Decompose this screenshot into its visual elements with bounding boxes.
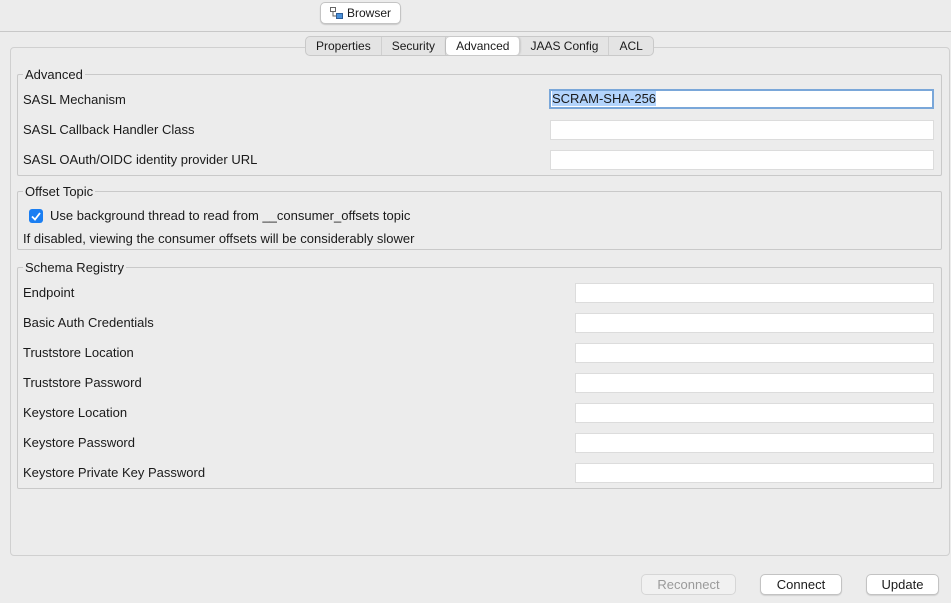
tab-advanced[interactable]: Advanced	[446, 37, 521, 55]
offset-topic-title: Offset Topic	[23, 184, 96, 200]
endpoint-label: Endpoint	[23, 285, 75, 300]
reconnect-button[interactable]: Reconnect	[641, 574, 736, 595]
sasl-mechanism-value: SCRAM-SHA-256	[552, 91, 657, 106]
sasl-mechanism-input[interactable]: SCRAM-SHA-256	[549, 89, 934, 109]
browser-button[interactable]: Browser	[320, 2, 401, 24]
tab-security[interactable]: Security	[382, 37, 447, 55]
keystore-private-key-password-label: Keystore Private Key Password	[23, 465, 206, 480]
basic-auth-input[interactable]	[575, 313, 934, 333]
tab-bar: Properties Security Advanced JAAS Config…	[305, 36, 654, 56]
browser-icon	[329, 7, 343, 19]
schema-registry-group: Schema Registry Endpoint Basic Auth Cred…	[17, 260, 942, 489]
tab-jaas-config[interactable]: JAAS Config	[520, 37, 610, 55]
basic-auth-label: Basic Auth Credentials	[23, 315, 154, 330]
checkmark-icon	[31, 211, 41, 221]
tab-acl[interactable]: ACL	[609, 37, 652, 55]
sasl-oauth-label: SASL OAuth/OIDC identity provider URL	[23, 152, 258, 167]
endpoint-input[interactable]	[575, 283, 934, 303]
browser-button-label: Browser	[346, 6, 391, 20]
tab-properties[interactable]: Properties	[306, 37, 382, 55]
settings-panel: Advanced SASL Mechanism SCRAM-SHA-256 SA…	[10, 47, 950, 556]
keystore-location-input[interactable]	[575, 403, 934, 423]
advanced-group: Advanced SASL Mechanism SCRAM-SHA-256 SA…	[17, 67, 942, 176]
background-thread-label: Use background thread to read from __con…	[50, 208, 411, 223]
truststore-password-input[interactable]	[575, 373, 934, 393]
update-button[interactable]: Update	[866, 574, 939, 595]
background-thread-checkbox[interactable]	[29, 209, 43, 223]
sasl-callback-label: SASL Callback Handler Class	[23, 122, 195, 137]
top-toolbar: Browser	[0, 0, 951, 32]
keystore-private-key-password-input[interactable]	[575, 463, 934, 483]
keystore-password-label: Keystore Password	[23, 435, 135, 450]
keystore-password-input[interactable]	[575, 433, 934, 453]
truststore-location-input[interactable]	[575, 343, 934, 363]
truststore-password-label: Truststore Password	[23, 375, 142, 390]
truststore-location-label: Truststore Location	[23, 345, 134, 360]
keystore-location-label: Keystore Location	[23, 405, 128, 420]
connect-button[interactable]: Connect	[760, 574, 842, 595]
sasl-oauth-input[interactable]	[550, 150, 934, 170]
advanced-group-title: Advanced	[23, 67, 85, 83]
offset-note: If disabled, viewing the consumer offset…	[23, 231, 415, 246]
sasl-mechanism-label: SASL Mechanism	[23, 92, 126, 107]
offset-topic-group: Offset Topic Use background thread to re…	[17, 184, 942, 250]
schema-registry-title: Schema Registry	[23, 260, 126, 276]
sasl-callback-input[interactable]	[550, 120, 934, 140]
